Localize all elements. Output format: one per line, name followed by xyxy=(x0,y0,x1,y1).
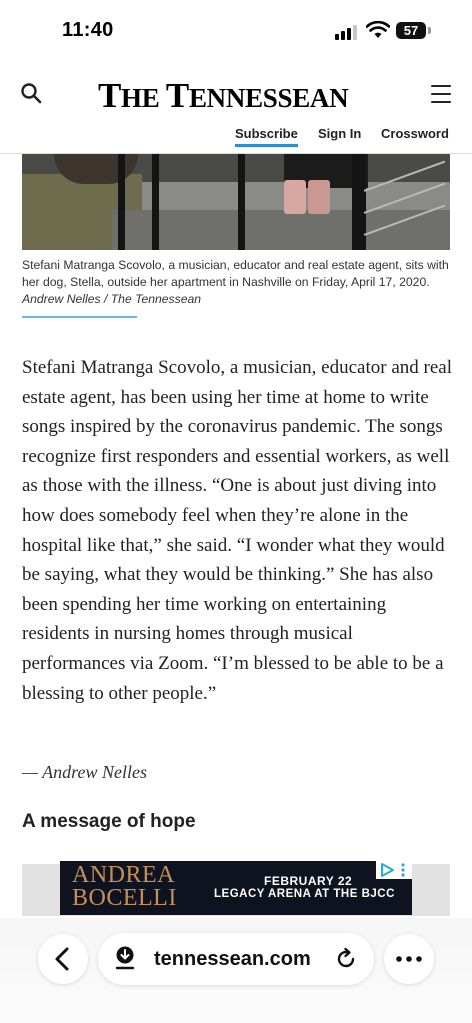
battery-tip xyxy=(428,27,431,34)
advertisement-banner[interactable]: ANDREA BOCELLI FEBRUARY 22 LEGACY ARENA … xyxy=(60,861,412,915)
reload-icon[interactable] xyxy=(334,947,358,971)
logo-small-caps: ENNESSEAN xyxy=(188,83,349,113)
crossword-link[interactable]: Crossword xyxy=(381,126,449,141)
menu-button[interactable] xyxy=(428,82,454,106)
article-paragraph: Stefani Matranga Scovolo, a musician, ed… xyxy=(22,357,452,704)
section-subhead: A message of hope xyxy=(22,811,196,832)
download-icon[interactable] xyxy=(114,946,136,972)
ad-artist-name: ANDREA BOCELLI xyxy=(72,862,177,911)
caption-text: Stefani Matranga Scovolo, a musician, ed… xyxy=(22,258,449,289)
ad-choices-icon[interactable] xyxy=(376,861,412,879)
byline: — Andrew Nelles xyxy=(22,762,147,782)
logo-small-caps: HE xyxy=(121,83,166,113)
logo-letter: T xyxy=(98,76,122,115)
article-photo xyxy=(22,154,450,250)
logo-letter: T xyxy=(165,76,189,115)
sign-in-link[interactable]: Sign In xyxy=(318,126,361,141)
header-links: Subscribe Sign In Crossword xyxy=(0,126,472,150)
site-logo[interactable]: THE TENNESSEAN xyxy=(98,76,349,116)
ad-artist-last: BOCELLI xyxy=(72,885,177,911)
browser-toolbar: tennessean.com xyxy=(0,918,472,1023)
photo-caption: Stefani Matranga Scovolo, a musician, ed… xyxy=(22,257,450,308)
url-text: tennessean.com xyxy=(154,948,311,970)
more-options-button[interactable] xyxy=(384,934,434,984)
wifi-icon xyxy=(365,20,391,44)
address-bar[interactable]: tennessean.com xyxy=(98,933,374,985)
status-time: 11:40 xyxy=(62,19,114,41)
search-button[interactable] xyxy=(18,80,46,108)
battery-icon: 57 xyxy=(396,22,426,39)
chevron-left-icon xyxy=(55,947,69,971)
site-header: THE TENNESSEAN Subscribe Sign In Crosswo… xyxy=(0,60,472,154)
caption-divider xyxy=(22,316,137,318)
hamburger-icon xyxy=(431,85,451,88)
ad-artist-first: ANDREA xyxy=(72,862,175,888)
cellular-signal-icon xyxy=(335,24,359,40)
ad-date: FEBRUARY 22 xyxy=(264,874,353,888)
caption-credit: Andrew Nelles / The Tennessean xyxy=(22,292,202,306)
status-bar: 11:40 57 xyxy=(0,0,472,60)
ellipsis-icon xyxy=(396,956,422,962)
subscribe-link[interactable]: Subscribe xyxy=(235,126,298,147)
search-icon xyxy=(21,83,42,104)
ad-venue: LEGACY ARENA AT THE BJCC xyxy=(214,888,395,900)
back-button[interactable] xyxy=(38,934,88,984)
